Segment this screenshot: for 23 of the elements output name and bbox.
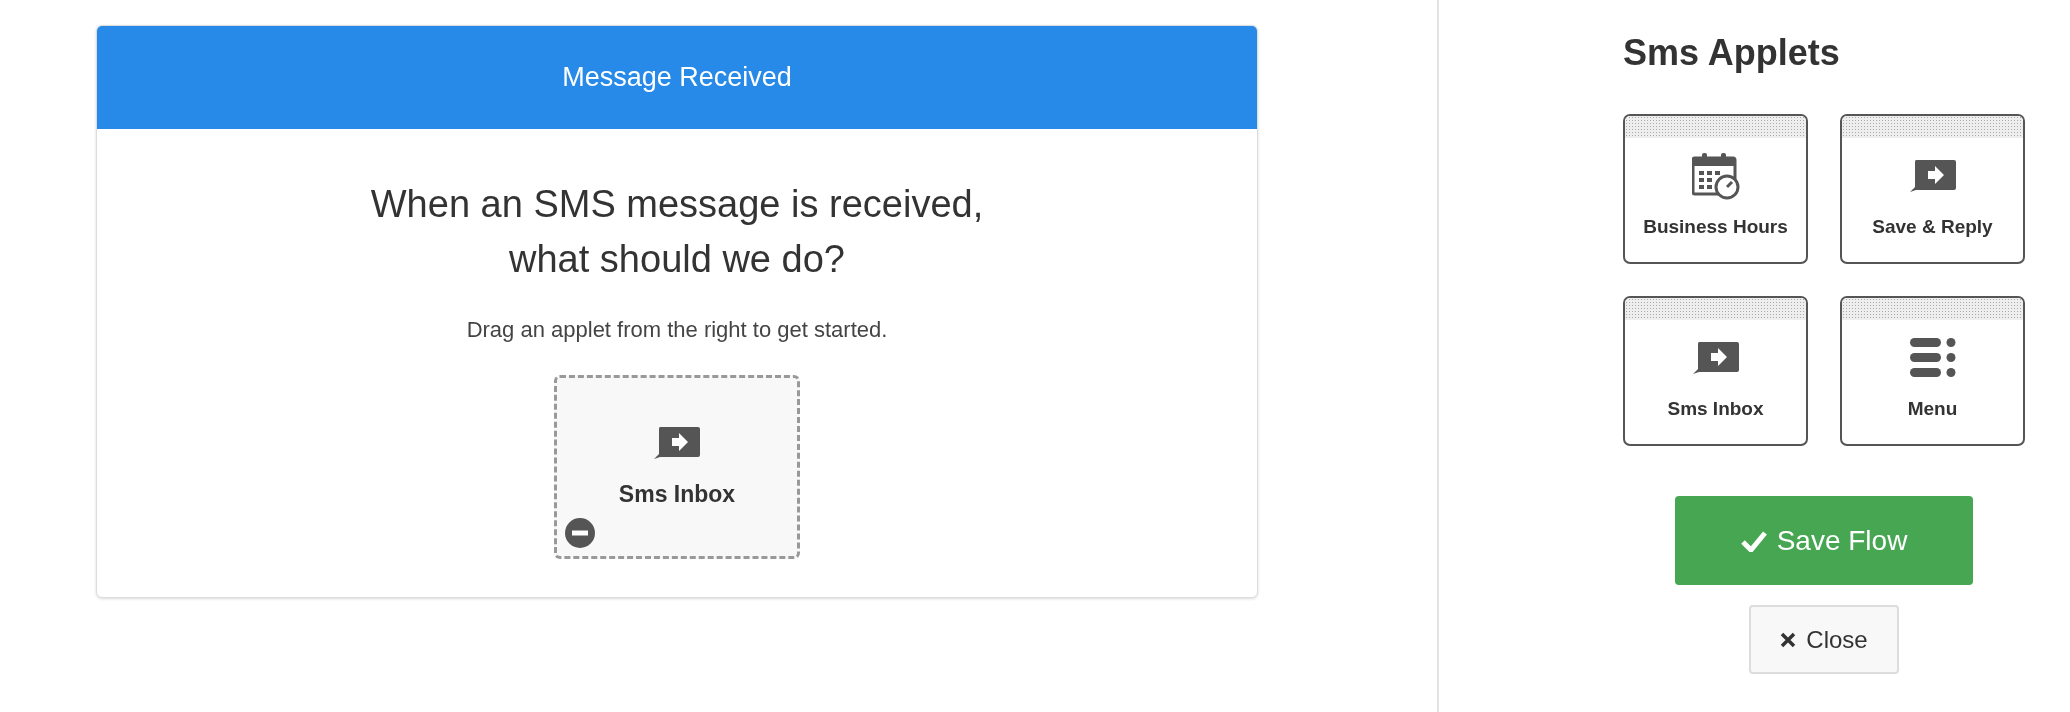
applet-label: Sms Inbox <box>618 480 736 508</box>
close-icon <box>1780 631 1797 648</box>
calendar-clock-icon <box>1691 152 1740 200</box>
dropped-applet[interactable]: Sms Inbox <box>554 375 800 559</box>
menu-list-icon <box>1909 338 1956 378</box>
applet-tile[interactable]: Menu <box>1840 296 2025 446</box>
check-icon <box>1740 529 1767 552</box>
panel-title: Sms Applets <box>1623 32 1841 74</box>
flow-question: When an SMS message is received, what should we do? <box>370 182 984 282</box>
drag-handle[interactable] <box>1842 116 2023 138</box>
card-header: Message Received <box>97 26 1257 129</box>
remove-icon[interactable] <box>565 518 595 548</box>
chat-arrow-icon <box>654 426 700 459</box>
chat-arrow-icon <box>1909 160 1956 192</box>
drag-handle[interactable] <box>1625 298 1806 320</box>
applet-tile[interactable]: Save & Reply <box>1840 114 2025 264</box>
applet-tile[interactable]: Sms Inbox <box>1623 296 1808 446</box>
drag-hint: Drag an applet from the right to get started. <box>466 317 888 343</box>
applet-tile[interactable]: Business Hours <box>1623 114 1808 264</box>
close-button[interactable]: Close <box>1749 605 1899 674</box>
chat-arrow-icon <box>1692 342 1739 374</box>
drag-handle[interactable] <box>1842 298 2023 320</box>
drag-handle[interactable] <box>1625 116 1806 138</box>
